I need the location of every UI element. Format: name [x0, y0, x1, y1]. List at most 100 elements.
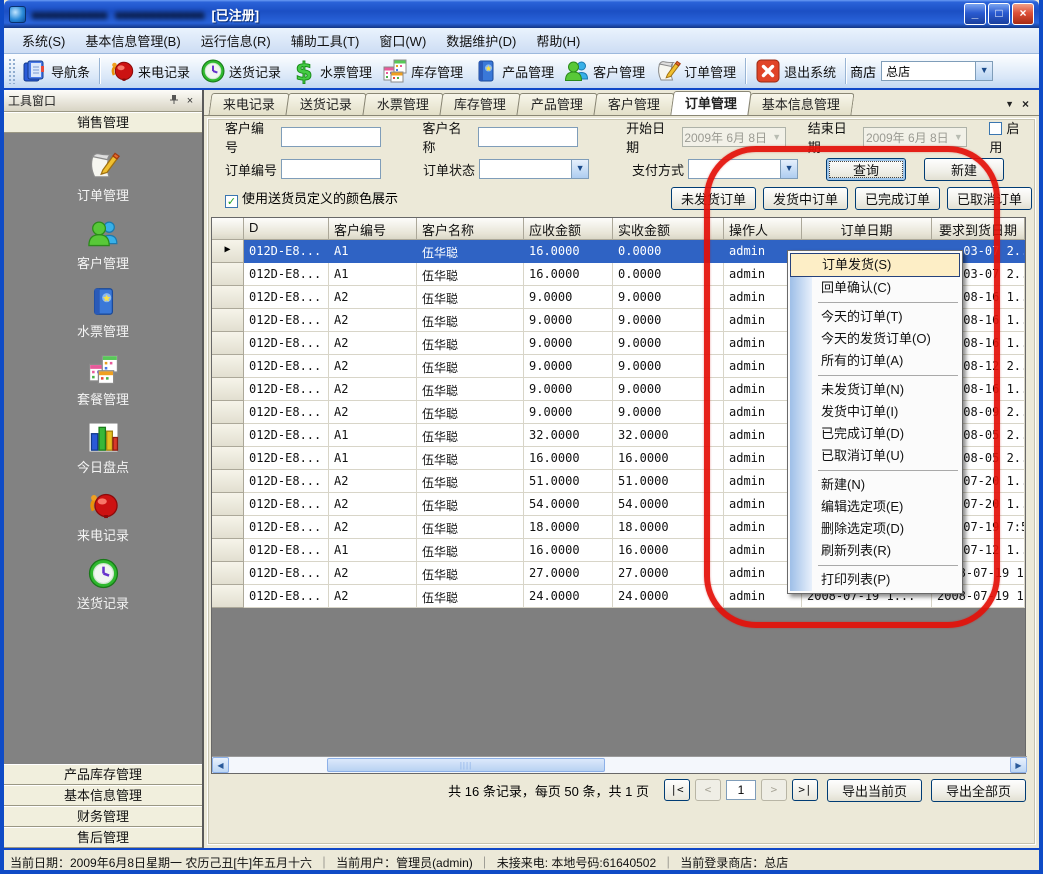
- first-page-button[interactable]: |<: [664, 779, 690, 801]
- tab-2[interactable]: 水票管理: [362, 93, 443, 115]
- column-header-1[interactable]: D: [244, 218, 329, 240]
- maximize-button[interactable]: □: [988, 3, 1010, 25]
- menubar-item-4[interactable]: 窗口(W): [369, 28, 436, 53]
- scroll-right-icon[interactable]: ▶: [1010, 757, 1027, 773]
- prev-page-button[interactable]: <: [695, 779, 721, 801]
- sidebar-item-5[interactable]: 来电记录: [43, 489, 163, 544]
- menubar-item-3[interactable]: 辅助工具(T): [281, 28, 370, 53]
- sidebar-item-0[interactable]: 订单管理: [43, 149, 163, 204]
- menubar-item-1[interactable]: 基本信息管理(B): [75, 28, 190, 53]
- scrollbar-track[interactable]: [229, 757, 1010, 773]
- tab-5[interactable]: 客户管理: [594, 93, 675, 115]
- end-date-picker[interactable]: 2009年 6月 8日 ▼: [863, 127, 967, 147]
- start-date-picker[interactable]: 2009年 6月 8日 ▼: [682, 127, 786, 147]
- context-menu-item-7[interactable]: 未发货订单(N): [790, 379, 960, 401]
- column-header-3[interactable]: 客户名称: [417, 218, 524, 240]
- toolbar-button-6[interactable]: 客户管理: [559, 55, 650, 87]
- scroll-left-icon[interactable]: ◀: [212, 757, 229, 773]
- toolbar-button-4[interactable]: 库存管理: [377, 55, 468, 87]
- minimize-button[interactable]: _: [964, 3, 986, 25]
- context-menu-item-8[interactable]: 发货中订单(I): [790, 401, 960, 423]
- context-menu-item-0[interactable]: 订单发货(S): [790, 253, 960, 277]
- shop-select[interactable]: 总店 ▼: [881, 61, 993, 81]
- column-header-5[interactable]: 实收金额: [613, 218, 724, 240]
- context-menu-item-9[interactable]: 已完成订单(D): [790, 423, 960, 445]
- row-selector-cell[interactable]: [212, 585, 244, 608]
- context-menu-item-15[interactable]: 刷新列表(R): [790, 540, 960, 562]
- toolbar-button-5[interactable]: 产品管理: [468, 55, 559, 87]
- context-menu-item-14[interactable]: 删除选定项(D): [790, 518, 960, 540]
- tab-4[interactable]: 产品管理: [517, 93, 598, 115]
- row-selector-cell[interactable]: [212, 493, 244, 516]
- pin-icon[interactable]: [166, 94, 182, 108]
- column-header-7[interactable]: 订单日期: [802, 218, 932, 240]
- order-no-input[interactable]: [281, 159, 381, 179]
- row-selector-cell[interactable]: [212, 516, 244, 539]
- menubar-item-6[interactable]: 帮助(H): [526, 28, 590, 53]
- row-selector-cell[interactable]: [212, 378, 244, 401]
- status-filter-button-1[interactable]: 发货中订单: [763, 187, 848, 210]
- new-button[interactable]: 新建: [924, 158, 1004, 181]
- row-selector-cell[interactable]: [212, 263, 244, 286]
- context-menu-item-4[interactable]: 今天的发货订单(O): [790, 328, 960, 350]
- tab-1[interactable]: 送货记录: [285, 93, 366, 115]
- row-selector-cell[interactable]: [212, 447, 244, 470]
- context-menu-item-3[interactable]: 今天的订单(T): [790, 306, 960, 328]
- row-selector-cell[interactable]: [212, 470, 244, 493]
- scrollbar-thumb[interactable]: [327, 758, 605, 772]
- context-menu-item-12[interactable]: 新建(N): [790, 474, 960, 496]
- color-checkbox[interactable]: ✓: [225, 195, 238, 208]
- tab-3[interactable]: 库存管理: [440, 93, 521, 115]
- column-header-6[interactable]: 操作人: [724, 218, 802, 240]
- toolbar-button-3[interactable]: $水票管理: [286, 55, 377, 87]
- sidebar-item-4[interactable]: 今日盘点: [43, 421, 163, 476]
- row-selector-cell[interactable]: [212, 539, 244, 562]
- menubar-item-2[interactable]: 运行信息(R): [191, 28, 281, 53]
- export-all-pages-button[interactable]: 导出全部页: [931, 779, 1026, 802]
- status-filter-button-2[interactable]: 已完成订单: [855, 187, 940, 210]
- row-selector-cell[interactable]: [212, 401, 244, 424]
- cust-name-input[interactable]: [478, 127, 578, 147]
- column-header-0[interactable]: [212, 218, 244, 240]
- context-menu-item-1[interactable]: 回单确认(C): [790, 277, 960, 299]
- toolbar-grip[interactable]: [8, 58, 15, 84]
- row-selector-cell[interactable]: ▶: [212, 240, 244, 263]
- sidebar-item-1[interactable]: 客户管理: [43, 217, 163, 272]
- context-menu-item-5[interactable]: 所有的订单(A): [790, 350, 960, 372]
- row-selector-cell[interactable]: [212, 562, 244, 585]
- sidebar-item-2[interactable]: 水票管理: [43, 285, 163, 340]
- toolbar-button-8[interactable]: 退出系统: [750, 55, 841, 87]
- toolbar-button-7[interactable]: 订单管理: [650, 55, 741, 87]
- sidebar-item-6[interactable]: 送货记录: [43, 557, 163, 612]
- cust-no-input[interactable]: [281, 127, 381, 147]
- row-selector-cell[interactable]: [212, 355, 244, 378]
- pay-method-select[interactable]: ▼: [688, 159, 798, 179]
- tab-7[interactable]: 基本信息管理: [748, 93, 855, 115]
- column-header-4[interactable]: 应收金额: [524, 218, 613, 240]
- status-filter-button-0[interactable]: 未发货订单: [671, 187, 756, 210]
- order-status-select[interactable]: ▼: [479, 159, 589, 179]
- toolbar-button-0[interactable]: 导航条: [17, 55, 95, 87]
- column-header-2[interactable]: 客户编号: [329, 218, 417, 240]
- enable-checkbox[interactable]: [989, 122, 1002, 135]
- row-selector-cell[interactable]: [212, 286, 244, 309]
- column-header-8[interactable]: 要求到货日期: [932, 218, 1025, 240]
- status-filter-button-3[interactable]: 已取消订单: [947, 187, 1032, 210]
- toolbar-button-2[interactable]: 送货记录: [195, 55, 286, 87]
- export-current-page-button[interactable]: 导出当前页: [827, 779, 922, 802]
- sidebar-section-2[interactable]: 财务管理: [4, 806, 202, 827]
- sidebar-section-0[interactable]: 产品库存管理: [4, 764, 202, 785]
- horizontal-scrollbar[interactable]: ◀ ▶: [212, 756, 1027, 773]
- query-button[interactable]: 查询: [826, 158, 906, 181]
- last-page-button[interactable]: >|: [792, 779, 818, 801]
- row-selector-cell[interactable]: [212, 424, 244, 447]
- tab-6[interactable]: 订单管理: [670, 91, 751, 115]
- menubar-item-0[interactable]: 系统(S): [12, 28, 75, 53]
- page-number-input[interactable]: 1: [726, 780, 756, 800]
- tab-0[interactable]: 来电记录: [208, 93, 289, 115]
- sidebar-item-3[interactable]: 套餐管理: [43, 353, 163, 408]
- close-icon[interactable]: ×: [182, 95, 198, 107]
- sidebar-section-1[interactable]: 基本信息管理: [4, 785, 202, 806]
- menubar-item-5[interactable]: 数据维护(D): [436, 28, 526, 53]
- close-button[interactable]: ×: [1012, 3, 1034, 25]
